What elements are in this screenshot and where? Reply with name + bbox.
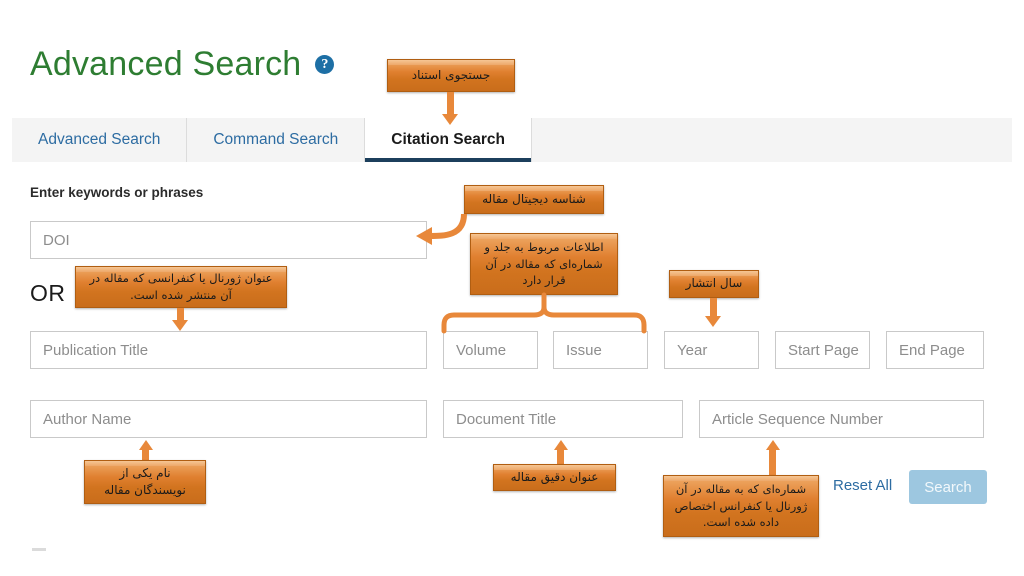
issue-input[interactable]: Issue (553, 331, 648, 369)
annotation-author-name: نام یکی از نویسندگان مقاله (84, 460, 206, 504)
author-name-input[interactable]: Author Name (30, 400, 427, 438)
end-page-placeholder: End Page (899, 341, 965, 359)
publication-title-input[interactable]: Publication Title (30, 331, 427, 369)
start-page-input[interactable]: Start Page (775, 331, 870, 369)
document-title-input[interactable]: Document Title (443, 400, 683, 438)
annotation-arrow-publication-title (172, 320, 188, 331)
tab-label: Citation Search (391, 131, 505, 148)
annotation-article-sequence-number: شماره‌ای که به مقاله در آن ژورنال یا کنف… (663, 475, 819, 537)
tab-command-search[interactable]: Command Search (187, 118, 366, 162)
search-button[interactable]: Search (909, 470, 987, 504)
tab-advanced-search[interactable]: Advanced Search (12, 118, 188, 162)
question-mark-circle-icon[interactable]: ? (315, 54, 335, 74)
annotation-text: اطلاعات مربوط به جلد و شماره‌ای که مقاله… (484, 239, 604, 288)
article-sequence-number-placeholder: Article Sequence Number (712, 410, 883, 428)
volume-input[interactable]: Volume (443, 331, 538, 369)
tab-label: Advanced Search (38, 131, 161, 148)
article-sequence-number-input[interactable]: Article Sequence Number (699, 400, 984, 438)
annotation-text: سال انتشار (685, 276, 743, 291)
start-page-placeholder: Start Page (788, 341, 859, 359)
doi-input[interactable]: DOI (30, 221, 427, 259)
end-page-input[interactable]: End Page (886, 331, 984, 369)
year-input[interactable]: Year (664, 331, 759, 369)
annotation-arrow-citation-search (442, 114, 458, 125)
page-bottom-partial-element (32, 548, 46, 551)
publication-title-placeholder: Publication Title (43, 341, 149, 359)
author-name-placeholder: Author Name (43, 410, 132, 428)
annotation-arrow-year (705, 316, 721, 327)
keywords-label: Enter keywords or phrases (30, 185, 204, 200)
annotation-arrow-document-title (554, 440, 568, 450)
annotation-connector-year (710, 298, 717, 316)
annotation-connector-document-title (557, 450, 564, 465)
annotation-arrow-author-name (139, 440, 153, 450)
annotation-text: شناسه دیجیتال مقاله (482, 191, 586, 206)
volume-placeholder: Volume (456, 341, 507, 359)
annotation-connector-citation-search (447, 92, 454, 116)
annotation-text: شماره‌ای که به مقاله در آن ژورنال یا کنف… (674, 481, 808, 530)
document-title-placeholder: Document Title (456, 410, 557, 428)
annotation-text: جستجوی استناد (411, 67, 491, 82)
issue-placeholder: Issue (566, 341, 602, 359)
advanced-search-page: Advanced Search ? Advanced Search Comman… (0, 0, 1024, 576)
annotation-connector-volume-issue (441, 292, 647, 334)
year-placeholder: Year (677, 341, 708, 359)
annotation-text: عنوان ژورنال یا کنفرانسی که مقاله در آن … (89, 271, 273, 302)
annotation-arrow-article-sequence-number (766, 440, 780, 450)
reset-all-link[interactable]: Reset All (833, 477, 892, 494)
doi-placeholder: DOI (43, 231, 70, 249)
annotation-volume-issue: اطلاعات مربوط به جلد و شماره‌ای که مقاله… (470, 233, 618, 295)
annotation-citation-search: جستجوی استناد (387, 59, 515, 92)
page-title: Advanced Search (30, 45, 302, 83)
annotation-publication-title: عنوان ژورنال یا کنفرانسی که مقاله در آن … (75, 266, 287, 308)
annotation-connector-article-sequence-number (769, 450, 776, 476)
page-header: Advanced Search ? (30, 45, 335, 83)
annotation-text: عنوان دقیق مقاله (510, 469, 599, 484)
annotation-text: نام یکی از نویسندگان مقاله (104, 465, 186, 497)
tab-label: Command Search (213, 131, 339, 148)
or-separator: OR (30, 280, 66, 306)
annotation-year: سال انتشار (669, 270, 759, 298)
search-tabs: Advanced Search Command Search Citation … (12, 118, 1012, 162)
annotation-document-title: عنوان دقیق مقاله (493, 464, 616, 491)
